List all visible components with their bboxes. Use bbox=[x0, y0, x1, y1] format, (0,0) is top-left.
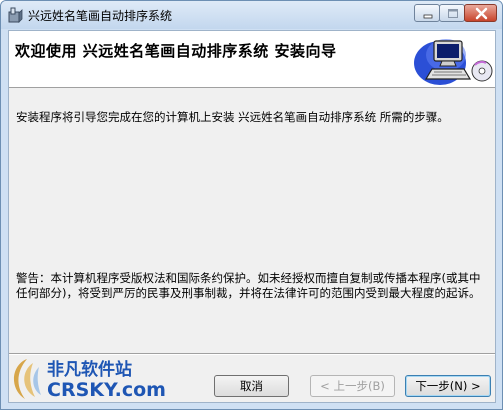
back-button[interactable]: < 上一步(B) bbox=[310, 375, 395, 397]
wizard-client-area: 欢迎使用 兴远姓名笔画自动排序系统 安装向导 安装程序将引导您完成在您的计算机上… bbox=[8, 30, 496, 403]
computer-cd-icon bbox=[412, 33, 494, 87]
wizard-header: 欢迎使用 兴远姓名笔画自动排序系统 安装向导 bbox=[9, 31, 495, 88]
title-bar[interactable]: 兴远姓名笔画自动排序系统 bbox=[1, 1, 502, 29]
cancel-button[interactable]: 取消 bbox=[214, 375, 289, 397]
minimize-button[interactable] bbox=[414, 4, 440, 22]
watermark-en-text: CRSKY.com bbox=[47, 379, 166, 401]
close-button[interactable] bbox=[464, 4, 497, 22]
close-icon bbox=[475, 7, 488, 20]
site-watermark: 非凡软件站 CRSKY.com bbox=[7, 351, 167, 409]
setup-box-icon bbox=[7, 7, 23, 23]
intro-text: 安装程序将引导您完成在您的计算机上安装 兴远姓名笔画自动排序系统 所需的步骤。 bbox=[16, 110, 449, 124]
minimize-icon bbox=[423, 14, 433, 19]
maximize-icon bbox=[448, 9, 458, 18]
watermark-swirl-icon bbox=[7, 355, 47, 408]
installer-window: 兴远姓名笔画自动排序系统 欢迎使用 兴远姓名笔画自动排序系统 安装向导 安装程序… bbox=[0, 0, 503, 410]
copyright-warning: 警告：本计算机程序受版权法和国际条约保护。如未经授权而擅自复制或传播本程序(或其… bbox=[16, 271, 481, 300]
window-title: 兴远姓名笔画自动排序系统 bbox=[28, 9, 173, 23]
wizard-heading: 欢迎使用 兴远姓名笔画自动排序系统 安装向导 bbox=[15, 42, 337, 60]
maximize-button[interactable] bbox=[439, 4, 465, 22]
watermark-cn-text: 非凡软件站 bbox=[47, 360, 132, 380]
next-button[interactable]: 下一步(N) > bbox=[405, 375, 491, 397]
